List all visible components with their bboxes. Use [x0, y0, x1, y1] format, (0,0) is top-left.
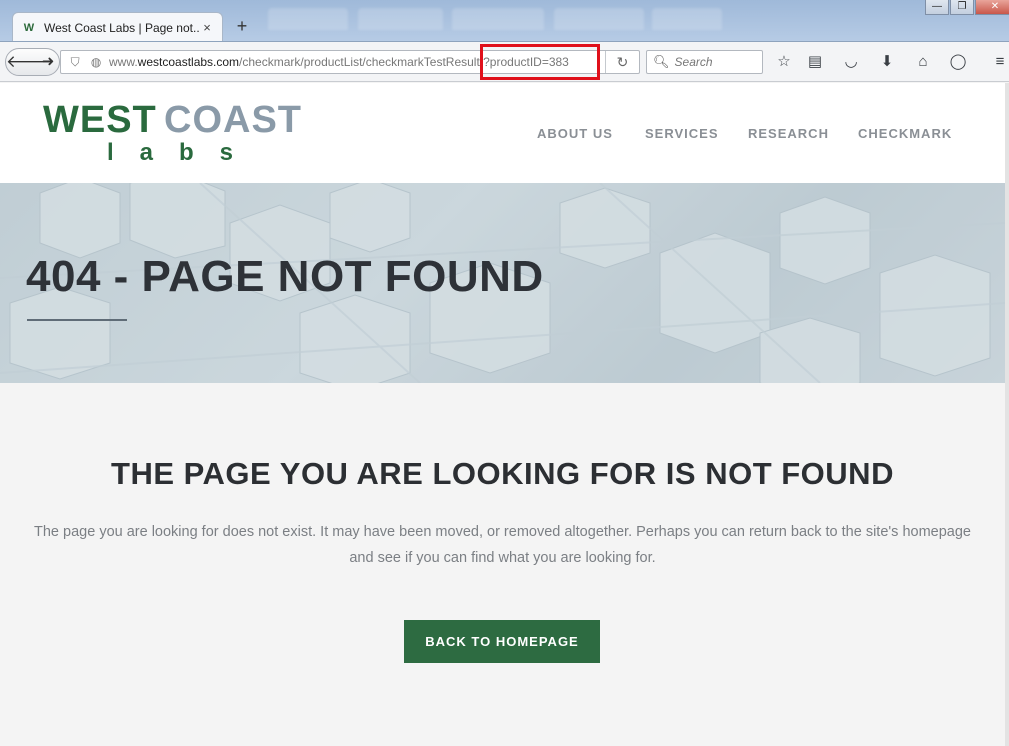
logo-labs-text: labs: [107, 139, 260, 166]
blurred-tab: [554, 8, 644, 30]
pocket-icon[interactable]: ◡: [840, 52, 862, 74]
blurred-tab: [268, 8, 348, 30]
url-path: /checkmark/productList/checkmarkTestResu…: [239, 55, 569, 69]
url-text[interactable]: www.westcoastlabs.com/checkmark/productL…: [107, 55, 593, 69]
content-heading: THE PAGE YOU ARE LOOKING FOR IS NOT FOUN…: [111, 456, 894, 491]
site-identity[interactable]: ⛉ ◍: [61, 55, 107, 70]
reading-list-icon[interactable]: ▤: [804, 52, 826, 74]
logo-west-text: WEST: [43, 99, 157, 141]
blurred-tab: [652, 8, 722, 30]
window-close-button[interactable]: ✕: [975, 0, 1009, 15]
page-content: WEST COAST labs ABOUT US SERVICES RESEAR…: [0, 83, 1005, 746]
content-description: The page you are looking for does not ex…: [34, 524, 971, 566]
maximize-button[interactable]: ❐: [950, 0, 974, 15]
favicon-icon: W: [23, 21, 35, 34]
back-to-homepage-button[interactable]: BACK TO HOMEPAGE: [404, 620, 600, 663]
nav-about-us[interactable]: ABOUT US: [537, 126, 613, 141]
menu-icon[interactable]: ≡: [989, 52, 1009, 74]
blurred-tab: [358, 8, 443, 30]
blurred-tab: [452, 8, 544, 30]
hero-banner: 404 - PAGE NOT FOUND: [0, 183, 1005, 383]
logo-coast-text: COAST: [164, 99, 302, 141]
search-input[interactable]: 🔍︎ Search: [646, 50, 763, 74]
download-icon[interactable]: ⬇: [876, 52, 898, 74]
back-forward-group: 🡐 ➜: [5, 48, 60, 76]
search-icon: 🔍︎: [653, 54, 670, 69]
url-host: westcoastlabs.com: [137, 55, 240, 69]
site-header: WEST COAST labs ABOUT US SERVICES RESEAR…: [0, 83, 1005, 183]
url-prefix: www.: [109, 55, 138, 69]
tab-close-icon[interactable]: ×: [200, 20, 214, 35]
navigation-toolbar: 🡐 ➜ ⛉ ◍ www.westcoastlabs.com/checkmark/…: [0, 42, 1009, 82]
star-icon[interactable]: ☆: [773, 52, 795, 74]
chat-icon[interactable]: ◯: [947, 52, 969, 74]
home-icon[interactable]: ⌂: [912, 52, 934, 74]
title-underline: [27, 319, 127, 321]
new-tab-button[interactable]: +: [231, 15, 253, 37]
nav-research[interactable]: RESEARCH: [748, 126, 829, 141]
reload-icon[interactable]: ↻: [605, 51, 639, 73]
browser-tab-active[interactable]: W West Coast Labs | Page not... ×: [12, 12, 223, 41]
scrollbar[interactable]: [1005, 83, 1009, 746]
nav-checkmark[interactable]: CHECKMARK: [858, 126, 952, 141]
shield-icon[interactable]: ⛉: [71, 55, 80, 70]
nav-services[interactable]: SERVICES: [645, 126, 719, 141]
forward-arrow-icon[interactable]: ➜: [37, 49, 59, 75]
main-navigation: ABOUT US SERVICES RESEARCH CHECKMARK: [525, 126, 1005, 146]
tab-strip: W West Coast Labs | Page not... × + — ❐ …: [0, 0, 1009, 42]
minimize-button[interactable]: —: [925, 0, 949, 15]
search-placeholder: Search: [674, 55, 713, 69]
page-title: 404 - PAGE NOT FOUND: [26, 252, 544, 301]
address-bar[interactable]: ⛉ ◍ www.westcoastlabs.com/checkmark/prod…: [60, 50, 640, 74]
tab-title: West Coast Labs | Page not...: [44, 20, 200, 35]
back-arrow-icon[interactable]: 🡐: [6, 49, 52, 75]
globe-icon[interactable]: ◍: [91, 55, 101, 69]
